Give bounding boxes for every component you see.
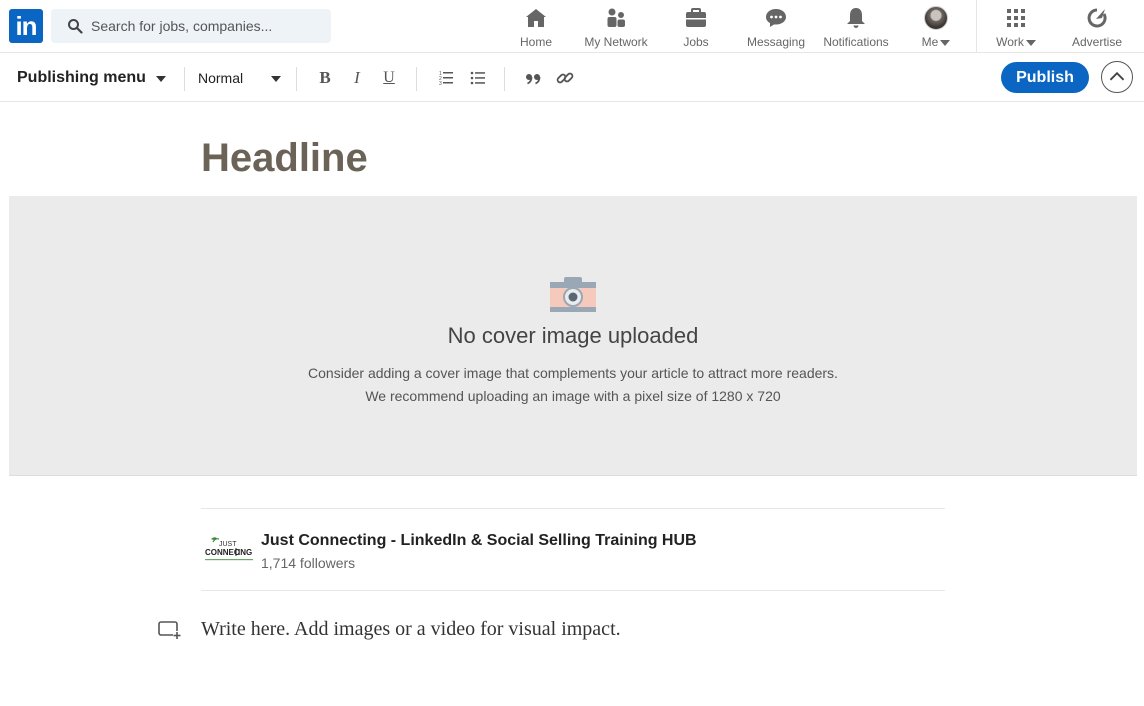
toolbar-divider xyxy=(504,67,505,91)
network-icon xyxy=(607,8,625,27)
underline-button[interactable]: U xyxy=(378,67,400,89)
camera-icon xyxy=(550,277,596,312)
bell-icon xyxy=(847,8,865,28)
author-followers: 1,714 followers xyxy=(261,555,356,571)
nav-my-network-label: My Network xyxy=(584,35,648,49)
chevron-down-icon[interactable] xyxy=(271,76,281,82)
editor-toolbar: Publishing menu Normal B I U 1 2 3 Publi… xyxy=(0,53,1144,102)
chat-icon xyxy=(766,9,786,27)
headline-field[interactable]: Headline xyxy=(201,136,368,181)
toolbar-divider xyxy=(416,67,417,91)
add-media-icon[interactable] xyxy=(158,620,182,640)
nav-home[interactable]: Home xyxy=(512,4,560,49)
nav-advertise[interactable]: Advertise xyxy=(1066,4,1128,49)
cover-hint-line-2: We recommend uploading an image with a p… xyxy=(365,388,781,404)
cover-hint: Consider adding a cover image that compl… xyxy=(9,362,1137,408)
compass-icon xyxy=(1087,8,1107,28)
nav-advertise-label: Advertise xyxy=(1071,35,1123,49)
toolbar-divider xyxy=(184,67,185,91)
cover-image-area[interactable]: No cover image uploaded Consider adding … xyxy=(9,196,1137,476)
numbered-list-icon[interactable]: 1 2 3 xyxy=(435,67,457,89)
author-name[interactable]: Just Connecting - LinkedIn & Social Sell… xyxy=(261,532,697,550)
nav-messaging[interactable]: Messaging xyxy=(742,4,810,49)
chevron-down-icon xyxy=(940,39,951,46)
italic-button[interactable]: I xyxy=(346,67,368,89)
author-logo: JUST CONNEC ING xyxy=(205,537,253,561)
grid-icon xyxy=(1007,9,1025,27)
publish-button[interactable]: Publish xyxy=(1001,62,1089,93)
nav-jobs-label: Jobs xyxy=(683,35,709,49)
bulleted-list-icon[interactable] xyxy=(467,67,489,89)
briefcase-icon xyxy=(686,8,706,27)
svg-text:JUST: JUST xyxy=(219,541,237,548)
link-icon[interactable] xyxy=(554,67,576,89)
nav-messaging-label: Messaging xyxy=(746,35,806,49)
cover-title: No cover image uploaded xyxy=(447,323,699,348)
chevron-down-icon[interactable] xyxy=(156,76,166,82)
nav-work[interactable]: Work xyxy=(990,4,1042,49)
svg-text:3: 3 xyxy=(439,81,442,87)
linkedin-logo[interactable]: in xyxy=(9,9,43,43)
nav-notifications-label: Notifications xyxy=(823,35,889,49)
collapse-icon[interactable] xyxy=(1101,61,1133,93)
home-icon xyxy=(526,9,546,27)
nav-my-network[interactable]: My Network xyxy=(578,4,654,49)
chevron-down-icon xyxy=(1025,39,1036,46)
search-icon xyxy=(68,19,83,34)
search-box[interactable] xyxy=(51,9,331,43)
toolbar-divider xyxy=(296,67,297,91)
nav-me[interactable]: Me xyxy=(914,4,958,49)
nav-notifications[interactable]: Notifications xyxy=(818,4,894,49)
search-input[interactable] xyxy=(91,9,323,43)
nav-me-row: Me xyxy=(914,35,958,49)
nav-jobs[interactable]: Jobs xyxy=(672,4,720,49)
avatar xyxy=(924,6,948,30)
quote-icon[interactable] xyxy=(522,67,544,89)
nav-work-row: Work xyxy=(990,35,1042,49)
author-card: JUST CONNEC ING Just Connecting - Linked… xyxy=(201,508,945,591)
nav-me-label: Me xyxy=(921,35,939,49)
nav-home-label: Home xyxy=(519,35,552,49)
cover-hint-line-1: Consider adding a cover image that compl… xyxy=(308,365,838,381)
nav-work-label: Work xyxy=(996,35,1024,49)
svg-text:ING: ING xyxy=(238,548,252,557)
svg-text:CONNEC: CONNEC xyxy=(205,548,240,557)
body-editor[interactable]: Write here. Add images or a video for vi… xyxy=(201,618,621,641)
top-nav: in Home My Network Jobs Messaging Notifi… xyxy=(0,0,1144,53)
nav-divider xyxy=(976,0,977,53)
text-style-select[interactable]: Normal xyxy=(198,70,243,86)
bold-button[interactable]: B xyxy=(314,67,336,89)
publishing-menu[interactable]: Publishing menu xyxy=(17,69,146,87)
